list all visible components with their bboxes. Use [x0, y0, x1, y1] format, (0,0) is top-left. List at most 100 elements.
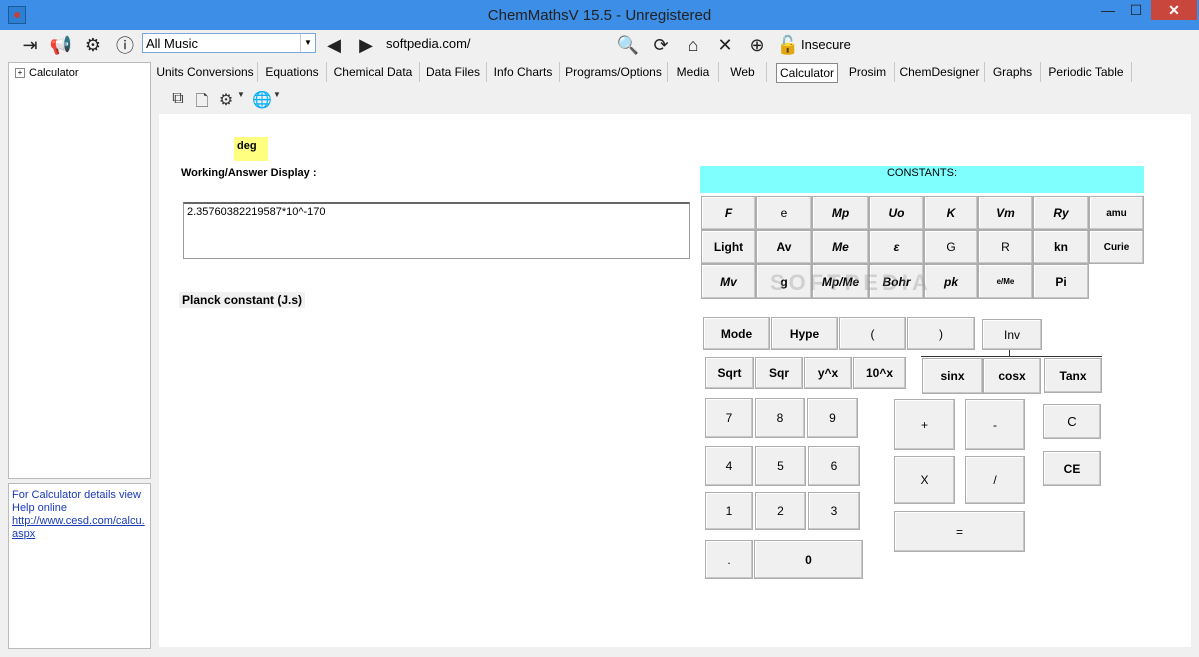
- maximize-button[interactable]: ☐: [1122, 0, 1150, 20]
- search-icon[interactable]: 🔍: [617, 34, 639, 56]
- tab-data-files[interactable]: Data Files: [420, 62, 487, 82]
- const-button[interactable]: Av: [756, 230, 812, 264]
- gears-icon[interactable]: ⚙: [82, 34, 104, 56]
- const-button[interactable]: Mp: [812, 196, 869, 230]
- digit-0-button[interactable]: 0: [754, 540, 863, 579]
- mode-button[interactable]: Mode: [703, 317, 770, 350]
- sqr-button[interactable]: Sqr: [755, 357, 803, 389]
- minus-button[interactable]: -: [965, 399, 1025, 450]
- multiply-button[interactable]: X: [894, 456, 955, 504]
- clear-button[interactable]: C: [1043, 404, 1101, 439]
- const-button[interactable]: K: [924, 196, 978, 230]
- tab-equations[interactable]: Equations: [258, 62, 327, 82]
- minimize-button[interactable]: —: [1094, 0, 1122, 20]
- url-field[interactable]: softpedia.com/: [386, 36, 471, 51]
- help-panel: For Calculator details view Help online …: [8, 483, 151, 649]
- chevron-down-icon[interactable]: ▼: [272, 90, 282, 110]
- const-button[interactable]: pk: [924, 264, 978, 299]
- tab-chemdesigner[interactable]: ChemDesigner: [895, 62, 985, 82]
- home-icon[interactable]: ⌂: [682, 34, 704, 56]
- const-button[interactable]: Me: [812, 230, 869, 264]
- expand-icon[interactable]: +: [15, 68, 25, 79]
- tab-prosim[interactable]: Prosim: [841, 62, 895, 82]
- const-button[interactable]: Uo: [869, 196, 924, 230]
- forward-icon[interactable]: ▶: [355, 34, 377, 56]
- const-button[interactable]: Mv: [701, 264, 756, 299]
- title-bar[interactable]: ChemMathsV 15.5 - Unregistered — ☐ ✕: [0, 0, 1199, 30]
- tab-web[interactable]: Web: [719, 62, 767, 82]
- plus-button[interactable]: +: [894, 399, 955, 450]
- clear-entry-button[interactable]: CE: [1043, 451, 1101, 486]
- const-button[interactable]: e: [756, 196, 812, 230]
- tab-calculator[interactable]: Calculator: [776, 63, 838, 83]
- const-button[interactable]: ε: [869, 230, 924, 264]
- power-button[interactable]: y^x: [804, 357, 852, 389]
- chevron-down-icon[interactable]: ▼: [300, 34, 315, 52]
- new-tab-icon[interactable]: ⊕: [746, 34, 768, 56]
- tab-info-charts[interactable]: Info Charts: [487, 62, 560, 82]
- equals-button[interactable]: =: [894, 511, 1025, 552]
- sub-toolbar: ⧉ 🗋 ⚙ ▼ 🌐 ▼: [160, 86, 1190, 114]
- digit-8-button[interactable]: 8: [755, 398, 805, 438]
- tab-programs-options[interactable]: Programs/Options: [560, 62, 668, 82]
- divide-button[interactable]: /: [965, 456, 1025, 504]
- digit-5-button[interactable]: 5: [755, 446, 806, 486]
- tab-chemical-data[interactable]: Chemical Data: [327, 62, 420, 82]
- hype-button[interactable]: Hype: [771, 317, 838, 350]
- unlock-icon[interactable]: 🔓: [777, 34, 799, 56]
- const-button[interactable]: Pi: [1033, 264, 1089, 299]
- megaphone-icon[interactable]: 📢: [50, 34, 72, 56]
- constant-caption: Planck constant (J.s): [179, 292, 306, 308]
- info-icon[interactable]: ⓘ: [114, 34, 136, 56]
- tree-item-calculator[interactable]: + Calculator: [15, 67, 79, 79]
- tan-button[interactable]: Tanx: [1044, 358, 1102, 393]
- close-paren-button[interactable]: ): [907, 317, 975, 350]
- copy-icon[interactable]: ⧉: [168, 90, 188, 110]
- digit-6-button[interactable]: 6: [808, 446, 860, 486]
- tab-media[interactable]: Media: [668, 62, 719, 82]
- new-file-icon[interactable]: 🗋: [192, 90, 212, 110]
- category-dropdown-value: All Music: [146, 36, 199, 51]
- digit-9-button[interactable]: 9: [807, 398, 858, 438]
- open-paren-button[interactable]: (: [839, 317, 906, 350]
- const-button[interactable]: F: [701, 196, 756, 230]
- digit-3-button[interactable]: 3: [808, 492, 860, 530]
- back-icon[interactable]: ◀: [323, 34, 345, 56]
- tab-units-conversions[interactable]: Units Conversions: [153, 62, 258, 82]
- digit-2-button[interactable]: 2: [755, 492, 806, 530]
- sqrt-button[interactable]: Sqrt: [705, 357, 754, 389]
- globe-icon[interactable]: 🌐: [252, 90, 272, 110]
- ten-power-button[interactable]: 10^x: [853, 357, 906, 389]
- watermark: SOFTPEDIA: [770, 270, 932, 295]
- inv-button[interactable]: Inv: [982, 319, 1042, 350]
- const-button[interactable]: G: [924, 230, 978, 264]
- const-button[interactable]: kn: [1033, 230, 1089, 264]
- const-button[interactable]: Ry: [1033, 196, 1089, 230]
- refresh-icon[interactable]: ⟳: [650, 34, 672, 56]
- cos-button[interactable]: cosx: [983, 358, 1041, 394]
- const-button[interactable]: e/Me: [978, 264, 1033, 299]
- tab-graphs[interactable]: Graphs: [985, 62, 1041, 82]
- const-button[interactable]: Vm: [978, 196, 1033, 230]
- close-button[interactable]: ✕: [1151, 0, 1197, 20]
- stop-icon[interactable]: ✕: [714, 34, 736, 56]
- digit-7-button[interactable]: 7: [705, 398, 753, 438]
- tab-bar: Units Conversions Equations Chemical Dat…: [153, 62, 1193, 84]
- digit-1-button[interactable]: 1: [705, 492, 753, 530]
- const-button[interactable]: R: [978, 230, 1033, 264]
- const-button[interactable]: Curie: [1089, 230, 1144, 264]
- angle-mode-badge: deg: [234, 137, 268, 161]
- help-link[interactable]: http://www.cesd.com/calcu.aspx: [12, 515, 150, 541]
- chevron-down-icon[interactable]: ▼: [236, 90, 246, 110]
- constants-header: CONSTANTS:: [700, 166, 1144, 193]
- answer-display[interactable]: 2.35760382219587*10^-170: [183, 202, 690, 259]
- sin-button[interactable]: sinx: [922, 358, 983, 394]
- category-dropdown[interactable]: All Music ▼: [142, 33, 316, 53]
- settings-icon[interactable]: ⚙: [216, 90, 236, 110]
- decimal-button[interactable]: .: [705, 540, 753, 579]
- const-button[interactable]: Light: [701, 230, 756, 264]
- const-button[interactable]: amu: [1089, 196, 1144, 230]
- tab-periodic-table[interactable]: Periodic Table: [1041, 62, 1132, 82]
- exit-icon[interactable]: ⇥: [19, 34, 41, 56]
- digit-4-button[interactable]: 4: [705, 446, 753, 486]
